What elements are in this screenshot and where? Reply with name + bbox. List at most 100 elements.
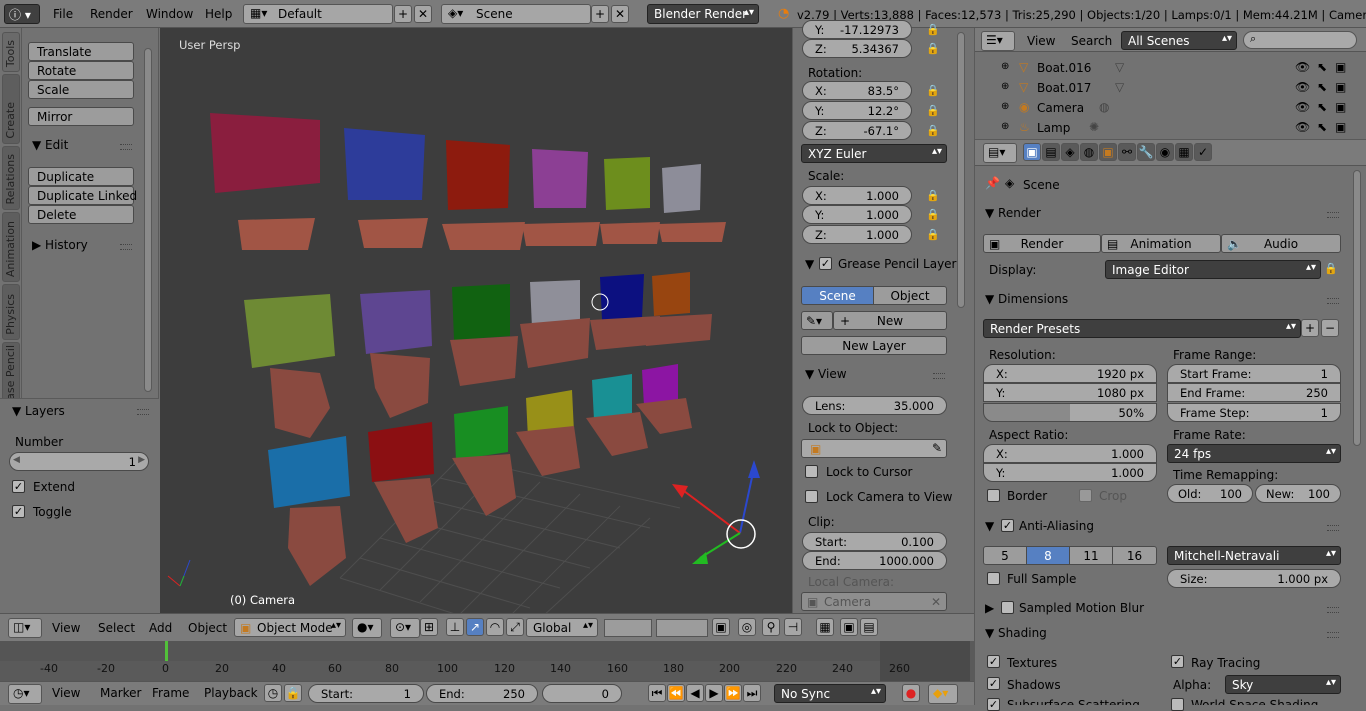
drag-grip-icon[interactable]: [120, 244, 132, 250]
mirror-button[interactable]: Mirror: [28, 107, 134, 126]
drag-grip-icon[interactable]: [1327, 525, 1339, 531]
pin-icon[interactable]: 📌: [985, 176, 1000, 190]
outliner-view-menu[interactable]: View: [1027, 34, 1055, 48]
proportional-edit-icon[interactable]: ◎: [738, 618, 756, 636]
duplicate-button[interactable]: Duplicate: [28, 167, 134, 186]
render-preview-icon[interactable]: ▦: [816, 618, 834, 636]
layers-panel-header[interactable]: ▼ Layers: [12, 404, 65, 418]
rotation-x-field[interactable]: X: 83.5°: [802, 81, 912, 100]
end-frame-field[interactable]: End: 250: [426, 684, 538, 703]
eyedropper-icon[interactable]: ✎: [932, 441, 942, 455]
rotate-manipulator-icon[interactable]: ◠: [486, 618, 504, 636]
rotation-y-field[interactable]: Y: 12.2°: [802, 101, 912, 120]
render-camera-icon[interactable]: ▣: [1335, 60, 1346, 74]
drag-grip-icon[interactable]: [1327, 632, 1339, 638]
aa-filter-select[interactable]: Mitchell-Netravali ▴▾: [1167, 546, 1341, 565]
clip-start-field[interactable]: Start: 0.100: [802, 532, 947, 551]
gp-new-button[interactable]: + New: [833, 311, 947, 330]
shadows-checkbox[interactable]: ✓: [987, 677, 1000, 690]
audio-button[interactable]: 🔈 Audio: [1221, 234, 1341, 253]
select-cursor-icon[interactable]: ⬉: [1317, 60, 1327, 74]
menu-window[interactable]: Window: [146, 7, 193, 21]
aa-size-field[interactable]: Size: 1.000 px: [1167, 569, 1341, 588]
lock-object-field[interactable]: ▣ ✎: [801, 439, 947, 458]
ray-tracing-checkbox[interactable]: ✓: [1171, 655, 1184, 668]
editor-type-button[interactable]: ▤▾: [983, 143, 1017, 163]
properties-scrollbar[interactable]: [1353, 170, 1361, 446]
editor-type-button[interactable]: ◷▾: [8, 684, 42, 704]
lock-icon[interactable]: 🔒: [1323, 261, 1339, 277]
n-panel-scrollbar[interactable]: [957, 32, 965, 308]
lock-icon[interactable]: 🔒: [925, 83, 941, 99]
resolution-y-field[interactable]: Y: 1080 px: [983, 383, 1157, 402]
edit-panel-header[interactable]: ▼ Edit: [32, 138, 68, 152]
viewport-shading-select[interactable]: ●▾: [352, 618, 382, 638]
render-button[interactable]: ▣ Render: [983, 234, 1101, 253]
keying-set-icon[interactable]: ◆▾: [928, 684, 958, 704]
crop-checkbox[interactable]: [1079, 489, 1092, 502]
location-y-field[interactable]: Y: -17.12973: [802, 20, 912, 39]
render-tab-icon[interactable]: ▣: [1023, 143, 1041, 161]
outliner-item-label[interactable]: Lamp: [1037, 121, 1070, 135]
preview-range-icon[interactable]: ◷: [264, 684, 282, 702]
select-cursor-icon[interactable]: ⬉: [1317, 120, 1327, 134]
end-frame-field[interactable]: End Frame: 250: [1167, 383, 1341, 402]
render-engine-select[interactable]: Blender Render ▴▾: [647, 4, 759, 24]
resolution-percentage-slider[interactable]: 50%: [983, 403, 1157, 422]
drag-grip-icon[interactable]: [1327, 212, 1339, 218]
render-camera-icon[interactable]: ▣: [1335, 100, 1346, 114]
duplicate-linked-button[interactable]: Duplicate Linked: [28, 186, 137, 205]
border-checkbox[interactable]: [987, 489, 1000, 502]
timeline[interactable]: [0, 641, 974, 681]
lock-icon[interactable]: 🔒: [925, 123, 941, 139]
translate-arrow-icon[interactable]: ↗: [466, 618, 484, 636]
menu-view[interactable]: View: [52, 621, 80, 635]
rotate-button[interactable]: Rotate: [28, 61, 134, 80]
remove-scene-button[interactable]: ✕: [611, 5, 629, 23]
lock-icon[interactable]: 🔒: [925, 188, 941, 204]
editor-type-button[interactable]: ⓘ ▾: [4, 4, 40, 24]
translate-manipulator-icon[interactable]: ⊥: [446, 618, 464, 636]
menu-object[interactable]: Object: [188, 621, 227, 635]
opengl-animation-icon[interactable]: ▤: [860, 618, 878, 636]
add-layout-button[interactable]: +: [394, 5, 412, 23]
render-layers-tab-icon[interactable]: ▤: [1042, 143, 1060, 161]
lock-camera-checkbox[interactable]: [805, 490, 818, 503]
expand-icon[interactable]: ⊕: [1001, 61, 1009, 72]
aa-samples-11[interactable]: 11: [1069, 546, 1113, 565]
toggle-checkbox[interactable]: ✓: [12, 505, 25, 518]
transform-gizmo[interactable]: [672, 460, 760, 564]
scene-tab-icon[interactable]: ◈: [1061, 143, 1079, 161]
expand-icon[interactable]: ⊕: [1001, 121, 1009, 132]
pivot-point-select[interactable]: ⊙▾: [390, 618, 420, 638]
mode-select[interactable]: ▣ Object Mode ▴▾: [234, 618, 346, 637]
animation-button[interactable]: ▤ Animation: [1101, 234, 1221, 253]
location-z-field[interactable]: Z: 5.34367: [802, 39, 912, 58]
prev-keyframe-icon[interactable]: ⏪: [667, 684, 685, 702]
menu-frame[interactable]: Frame: [152, 686, 189, 700]
scale-manipulator-icon[interactable]: ⤢: [506, 618, 524, 636]
render-presets-select[interactable]: Render Presets ▴▾: [983, 319, 1301, 338]
outliner-item-label[interactable]: Boat.017: [1037, 81, 1091, 95]
aspect-y-field[interactable]: Y: 1.000: [983, 463, 1157, 482]
render-camera-icon[interactable]: ▣: [1335, 80, 1346, 94]
select-cursor-icon[interactable]: ⬉: [1317, 100, 1327, 114]
pencil-icon[interactable]: ✎▾: [801, 311, 833, 330]
history-panel-header[interactable]: ▶ History: [32, 238, 88, 252]
dimensions-panel-header[interactable]: ▼ Dimensions: [985, 292, 1068, 306]
menu-render[interactable]: Render: [90, 7, 133, 21]
scale-y-field[interactable]: Y: 1.000: [802, 205, 912, 224]
object-tab-icon[interactable]: ▣: [1099, 143, 1117, 161]
aa-samples-8[interactable]: 8: [1026, 546, 1070, 565]
drag-grip-icon[interactable]: [120, 144, 132, 150]
display-select[interactable]: Image Editor ▴▾: [1105, 260, 1321, 279]
anti-aliasing-checkbox[interactable]: ✓: [1001, 519, 1014, 532]
manipulator-toggle-icon[interactable]: ⊞: [420, 618, 438, 636]
scale-z-field[interactable]: Z: 1.000: [802, 225, 912, 244]
drag-grip-icon[interactable]: [137, 409, 149, 415]
scene-layers-grid-1[interactable]: [604, 619, 652, 637]
scale-x-field[interactable]: X: 1.000: [802, 186, 912, 205]
clip-end-field[interactable]: End: 1000.000: [802, 551, 947, 570]
material-tab-icon[interactable]: ▦: [1175, 143, 1193, 161]
gp-object-tab[interactable]: Object: [873, 286, 947, 305]
